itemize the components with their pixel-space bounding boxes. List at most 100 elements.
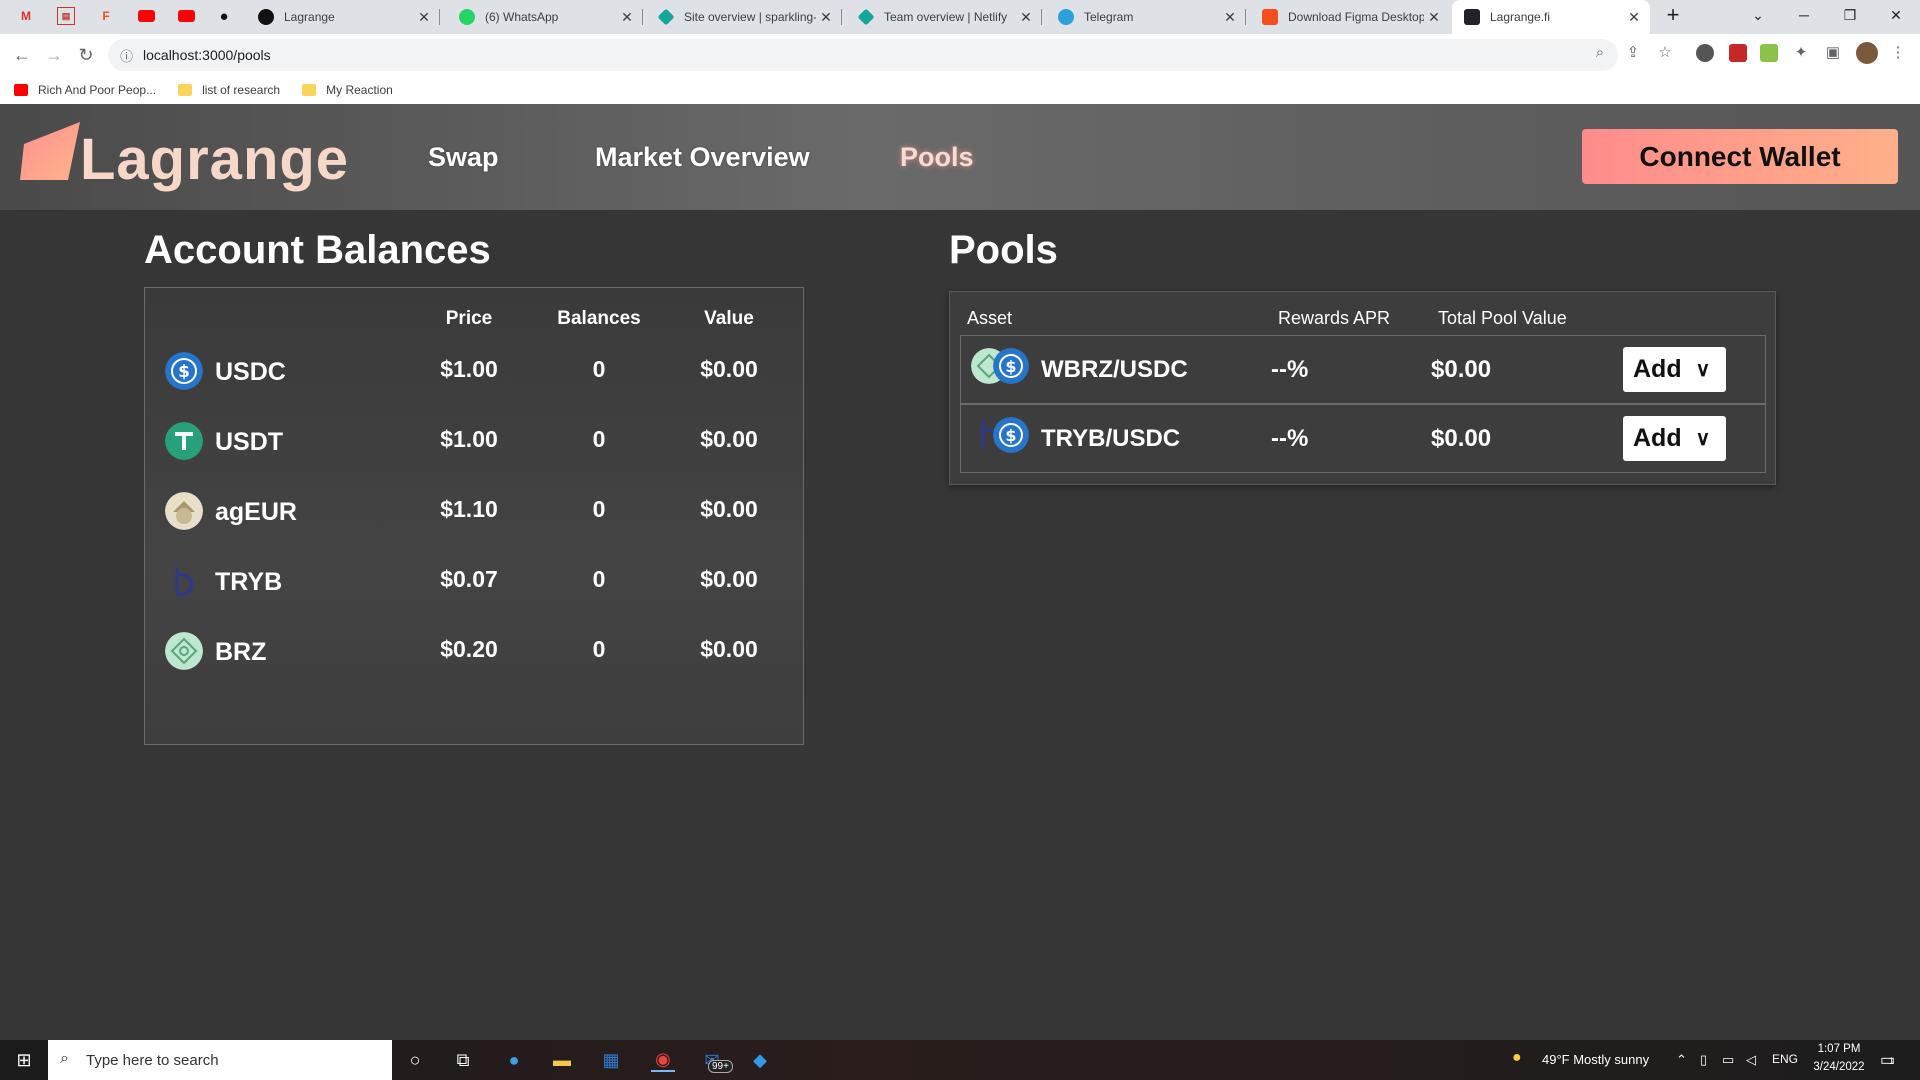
token-price: $0.20 bbox=[440, 636, 498, 662]
browser-tab-bar: M ▤ F ● Lagrange ✕ (6) WhatsApp ✕ Site o… bbox=[0, 0, 1920, 34]
tab-whatsapp[interactable]: (6) WhatsApp ✕ bbox=[447, 0, 643, 34]
pinned-tab-icon[interactable]: ▤ bbox=[57, 7, 75, 25]
telegram-icon bbox=[1058, 9, 1074, 25]
chrome-icon[interactable]: ◉ bbox=[651, 1048, 675, 1072]
tab-figma[interactable]: Download Figma Desktop ✕ bbox=[1250, 0, 1450, 34]
volume-icon[interactable]: ◁ bbox=[1746, 1052, 1756, 1068]
url-text: localhost:3000/pools bbox=[143, 47, 271, 63]
clock-date[interactable]: 3/24/2022 bbox=[1806, 1061, 1872, 1073]
figma-icon[interactable]: F bbox=[97, 7, 115, 25]
token-value: $0.00 bbox=[700, 566, 758, 592]
extension-grass-icon[interactable] bbox=[1760, 44, 1778, 62]
close-icon[interactable]: ✕ bbox=[414, 9, 434, 26]
tab-search-icon[interactable]: ⌄ bbox=[1735, 0, 1781, 30]
close-icon[interactable]: ✕ bbox=[617, 9, 637, 26]
extension-bug-icon[interactable] bbox=[1696, 44, 1714, 62]
close-icon[interactable]: ✕ bbox=[816, 9, 836, 26]
table-row: TRYB $0.07 0 $0.00 bbox=[145, 556, 803, 606]
token-price: $0.07 bbox=[440, 566, 498, 592]
svg-text:$: $ bbox=[1005, 357, 1016, 376]
weather-text[interactable]: 49°F Mostly sunny bbox=[1542, 1052, 1649, 1067]
window-close-icon[interactable]: ✕ bbox=[1873, 0, 1919, 30]
store-icon[interactable]: ▦ bbox=[599, 1048, 623, 1072]
minimize-icon[interactable]: ─ bbox=[1781, 0, 1827, 30]
forward-icon[interactable]: → bbox=[40, 41, 68, 69]
add-liquidity-dropdown[interactable]: Add ∨ bbox=[1623, 416, 1726, 461]
nav-market-overview[interactable]: Market Overview bbox=[595, 142, 810, 173]
close-icon[interactable]: ✕ bbox=[1624, 9, 1644, 26]
table-row: USDT $1.00 0 $0.00 bbox=[145, 416, 803, 466]
youtube-icon[interactable] bbox=[137, 7, 155, 25]
chevron-down-icon: ∨ bbox=[1695, 359, 1711, 381]
nav-swap[interactable]: Swap bbox=[428, 142, 499, 173]
restore-icon[interactable]: ❐ bbox=[1827, 0, 1873, 30]
token-balance: 0 bbox=[592, 426, 606, 452]
tab-telegram[interactable]: Telegram ✕ bbox=[1046, 0, 1246, 34]
tray-chevron-icon[interactable]: ⌃ bbox=[1676, 1052, 1687, 1068]
pool-row: $ TRYB/USDC --% $0.00 Add ∨ bbox=[960, 404, 1766, 473]
back-icon[interactable]: ← bbox=[8, 41, 36, 69]
bookmark-folder[interactable]: My Reaction bbox=[302, 83, 393, 97]
netlify-icon bbox=[657, 8, 675, 26]
language-indicator[interactable]: ENG bbox=[1772, 1052, 1798, 1066]
close-icon[interactable]: ✕ bbox=[1016, 9, 1036, 26]
battery-icon[interactable]: ▭ bbox=[1722, 1052, 1734, 1068]
tab-team-overview[interactable]: Team overview | Netlify ✕ bbox=[846, 0, 1042, 34]
edge-icon[interactable]: ● bbox=[502, 1048, 526, 1072]
taskbar-search-input[interactable]: ⌕ Type here to search bbox=[48, 1040, 392, 1080]
close-icon[interactable]: ✕ bbox=[1220, 9, 1240, 26]
tab-lagrange[interactable]: Lagrange ✕ bbox=[246, 0, 440, 34]
column-header: Rewards APR bbox=[1278, 308, 1391, 328]
youtube-icon[interactable] bbox=[177, 7, 195, 25]
app-logo-text[interactable]: Lagrange bbox=[80, 126, 349, 193]
pool-tvl: $0.00 bbox=[1431, 356, 1492, 383]
table-row: agEUR $1.10 0 $0.00 bbox=[145, 486, 803, 536]
react-icon bbox=[1464, 9, 1480, 25]
nav-pools[interactable]: Pools bbox=[900, 142, 974, 173]
extensions-puzzle-icon[interactable]: ✦ bbox=[1791, 42, 1811, 62]
pool-apr: --% bbox=[1271, 425, 1309, 452]
svg-text:$: $ bbox=[1005, 426, 1016, 445]
close-icon[interactable]: ✕ bbox=[1424, 9, 1444, 26]
pool-pair: WBRZ/USDC bbox=[1041, 356, 1188, 383]
tab-lagrange-fi[interactable]: Lagrange.fi ✕ bbox=[1452, 0, 1650, 34]
usdt-icon bbox=[165, 422, 203, 460]
search-icon: ⌕ bbox=[60, 1050, 69, 1067]
github-icon[interactable]: ● bbox=[215, 7, 233, 25]
add-liquidity-dropdown[interactable]: Add ∨ bbox=[1623, 347, 1726, 392]
bookmark-star-icon[interactable]: ☆ bbox=[1655, 42, 1675, 62]
tryb-icon bbox=[175, 568, 194, 596]
netlify-icon bbox=[857, 8, 875, 26]
task-view-icon[interactable]: ⧉ bbox=[451, 1048, 475, 1072]
app-header: Lagrange Swap Market Overview Pools Conn… bbox=[0, 104, 1920, 210]
bookmark-item[interactable]: Rich And Poor Peop... bbox=[14, 83, 156, 97]
pools-table: Asset Rewards APR Total Pool Value $ WBR… bbox=[949, 291, 1776, 485]
token-price: $1.00 bbox=[440, 356, 498, 382]
token-symbol: TRYB bbox=[215, 568, 283, 596]
windows-start-icon[interactable]: ⊞ bbox=[12, 1048, 36, 1072]
bookmark-folder[interactable]: list of research bbox=[178, 83, 280, 97]
address-bar[interactable]: ⓘ localhost:3000/pools bbox=[108, 39, 1618, 71]
file-explorer-icon[interactable]: ▬ bbox=[550, 1048, 574, 1072]
reload-icon[interactable]: ↻ bbox=[72, 41, 100, 69]
share-icon[interactable]: ⇪ bbox=[1623, 42, 1643, 62]
extension-pdf-icon[interactable] bbox=[1729, 44, 1747, 62]
new-tab-icon[interactable]: + bbox=[1650, 0, 1696, 30]
clock-time[interactable]: 1:07 PM bbox=[1812, 1043, 1866, 1055]
tab-site-overview[interactable]: Site overview | sparkling- ✕ bbox=[646, 0, 842, 34]
column-header: Total Pool Value bbox=[1438, 308, 1567, 328]
info-icon: ⓘ bbox=[120, 48, 134, 64]
ageur-icon bbox=[165, 492, 203, 530]
brz-icon bbox=[165, 632, 203, 670]
zoom-icon[interactable]: ⌕ bbox=[1590, 42, 1610, 62]
token-value: $0.00 bbox=[700, 496, 758, 522]
cortana-icon[interactable]: ○ bbox=[403, 1048, 427, 1072]
lagrange-logo-icon[interactable] bbox=[20, 120, 84, 184]
vscode-icon[interactable]: ◆ bbox=[748, 1048, 772, 1072]
connect-wallet-button[interactable]: Connect Wallet bbox=[1582, 129, 1898, 184]
side-panel-icon[interactable]: ▣ bbox=[1823, 42, 1843, 62]
profile-avatar[interactable] bbox=[1856, 42, 1878, 64]
menu-icon[interactable]: ⋮ bbox=[1888, 42, 1908, 62]
gmail-icon[interactable]: M bbox=[17, 7, 35, 25]
meet-icon[interactable]: ▯ bbox=[1700, 1052, 1707, 1068]
